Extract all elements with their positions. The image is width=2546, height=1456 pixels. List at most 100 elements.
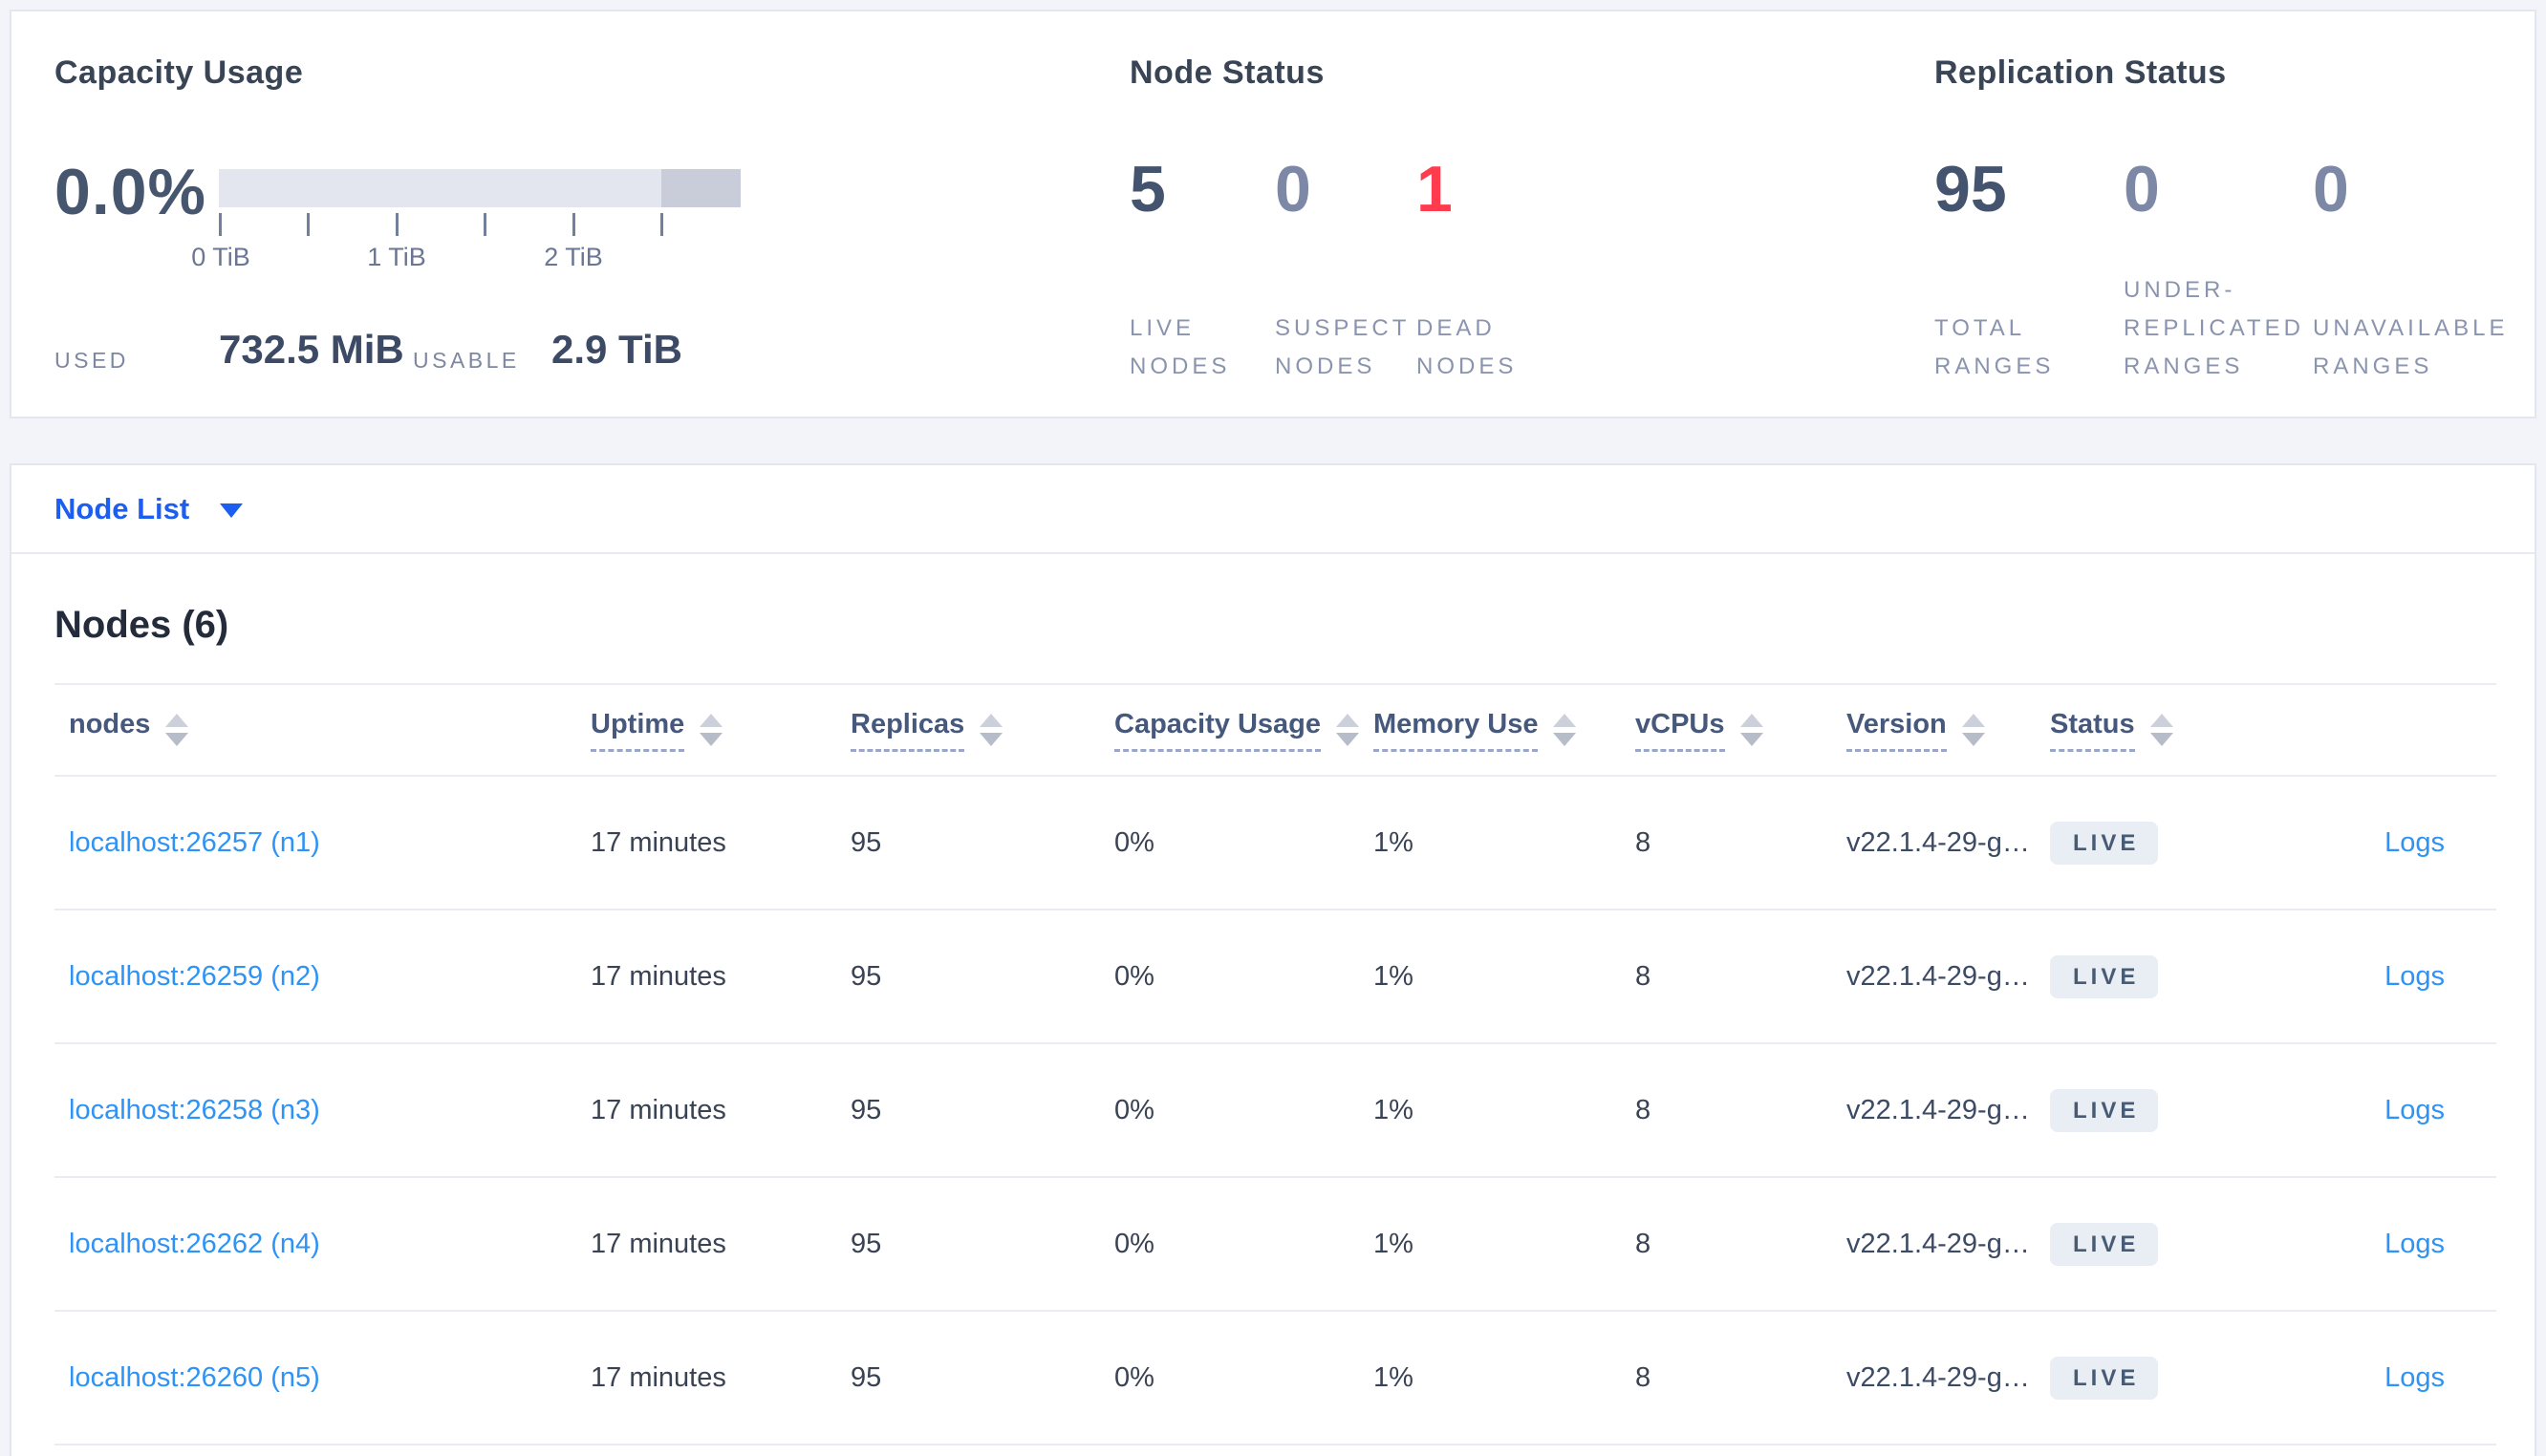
uptime-cell: 17 minutes <box>591 1361 726 1393</box>
usable-label: USABLE <box>413 348 520 373</box>
node-link[interactable]: localhost:26260 (n5) <box>69 1362 320 1393</box>
under-replicated-ranges-count: 0 <box>2124 153 2160 225</box>
status-badge: LIVE <box>2050 954 2159 998</box>
capacity-axis-tick <box>484 213 486 236</box>
capacity-axis-tick <box>660 213 663 236</box>
status-badge: LIVE <box>2050 1222 2159 1266</box>
replicas-cell: 95 <box>851 960 882 992</box>
table-header-row: nodes Uptime Replicas Capacity Usage Mem… <box>54 683 2496 777</box>
capacity-cell: 0% <box>1114 960 1154 992</box>
column-header-status[interactable]: Status <box>2050 709 2255 752</box>
sort-icon <box>1553 713 1577 746</box>
capacity-axis-tick <box>396 213 399 236</box>
replication-status-section: Replication Status 95 0 0 TOTAL RANGES U… <box>1934 11 2546 420</box>
vcpus-cell: 8 <box>1635 1228 1651 1259</box>
status-badge: LIVE <box>2050 1356 2159 1400</box>
nodes-table: nodes Uptime Replicas Capacity Usage Mem… <box>54 683 2496 1445</box>
sort-icon <box>165 713 189 746</box>
table-row: localhost:26259 (n2) 17 minutes 95 0% 1%… <box>54 910 2496 1044</box>
uptime-cell: 17 minutes <box>591 960 726 992</box>
nodes-table-title: Nodes (6) <box>54 604 229 646</box>
capacity-axis-label: 0 TiB <box>191 243 250 271</box>
status-badge: LIVE <box>2050 821 2159 865</box>
sort-icon <box>1961 713 1985 746</box>
logs-link[interactable]: Logs <box>2384 827 2445 858</box>
sort-icon <box>980 713 1003 746</box>
column-header-nodes[interactable]: nodes <box>54 709 591 752</box>
total-ranges-label: TOTAL RANGES <box>1934 315 2055 379</box>
logs-link[interactable]: Logs <box>2384 1362 2445 1393</box>
sort-icon <box>1739 713 1763 746</box>
capacity-axis-label: 1 TiB <box>367 243 426 271</box>
logs-link[interactable]: Logs <box>2384 1229 2445 1259</box>
memory-cell: 1% <box>1373 826 1413 858</box>
capacity-usage-title: Capacity Usage <box>54 54 304 91</box>
node-link[interactable]: localhost:26258 (n3) <box>69 1095 320 1125</box>
capacity-axis <box>219 213 754 238</box>
capacity-axis-label: 2 TiB <box>544 243 603 271</box>
node-link[interactable]: localhost:26262 (n4) <box>69 1229 320 1259</box>
live-nodes-count: 5 <box>1130 153 1166 225</box>
capacity-axis-tick <box>219 213 222 236</box>
version-cell: v22.1.4-29-g… <box>1846 1361 2030 1393</box>
version-cell: v22.1.4-29-g… <box>1846 826 2030 858</box>
replicas-cell: 95 <box>851 1094 882 1125</box>
column-header-vcpus[interactable]: vCPUs <box>1635 709 1846 752</box>
version-cell: v22.1.4-29-g… <box>1846 960 2030 992</box>
node-link[interactable]: localhost:26257 (n1) <box>69 827 320 858</box>
table-row: localhost:26260 (n5) 17 minutes 95 0% 1%… <box>54 1312 2496 1445</box>
memory-cell: 1% <box>1373 960 1413 992</box>
status-badge: LIVE <box>2050 1088 2159 1132</box>
cluster-summary-card: Capacity Usage 0.0% 0 TiB 1 TiB 2 TiB US… <box>10 10 2536 418</box>
dead-nodes-count: 1 <box>1416 153 1453 225</box>
capacity-axis-tick <box>572 213 575 236</box>
vcpus-cell: 8 <box>1635 1094 1651 1125</box>
version-cell: v22.1.4-29-g… <box>1846 1094 2030 1125</box>
capacity-axis-labels: 0 TiB 1 TiB 2 TiB <box>191 243 754 275</box>
vcpus-cell: 8 <box>1635 826 1651 858</box>
uptime-cell: 17 minutes <box>591 1228 726 1259</box>
used-label: USED <box>54 348 129 373</box>
capacity-usage-bar <box>219 169 741 207</box>
memory-cell: 1% <box>1373 1228 1413 1259</box>
capacity-percent-value: 0.0% <box>54 156 206 228</box>
suspect-nodes-count: 0 <box>1275 153 1311 225</box>
node-status-section: Node Status 5 0 1 LIVE NODES SUSPECT NOD… <box>1130 11 1665 420</box>
sort-icon <box>700 713 723 746</box>
logs-link[interactable]: Logs <box>2384 1095 2445 1125</box>
memory-cell: 1% <box>1373 1094 1413 1125</box>
node-list-bar: Node List <box>11 465 2535 554</box>
vcpus-cell: 8 <box>1635 1361 1651 1393</box>
capacity-cell: 0% <box>1114 1094 1154 1125</box>
used-value: 732.5 MiB <box>219 327 404 372</box>
node-list-card: Node List Nodes (6) nodes Uptime Replica… <box>10 463 2536 1456</box>
column-header-memory-use[interactable]: Memory Use <box>1373 709 1635 752</box>
node-link[interactable]: localhost:26259 (n2) <box>69 961 320 992</box>
uptime-cell: 17 minutes <box>591 826 726 858</box>
sort-icon <box>2149 713 2173 746</box>
dead-nodes-label: DEAD NODES <box>1416 315 1518 379</box>
memory-cell: 1% <box>1373 1361 1413 1393</box>
logs-link[interactable]: Logs <box>2384 961 2445 992</box>
capacity-cell: 0% <box>1114 1361 1154 1393</box>
vcpus-cell: 8 <box>1635 960 1651 992</box>
replicas-cell: 95 <box>851 1228 882 1259</box>
capacity-cell: 0% <box>1114 826 1154 858</box>
unavailable-ranges-count: 0 <box>2313 153 2349 225</box>
replication-status-title: Replication Status <box>1934 54 2227 91</box>
under-replicated-ranges-label: UNDER-REPLICATED RANGES <box>2124 277 2304 379</box>
column-header-version[interactable]: Version <box>1846 709 2050 752</box>
total-ranges-count: 95 <box>1934 153 2007 225</box>
capacity-cell: 0% <box>1114 1228 1154 1259</box>
table-row: localhost:26258 (n3) 17 minutes 95 0% 1%… <box>54 1044 2496 1178</box>
uptime-cell: 17 minutes <box>591 1094 726 1125</box>
unavailable-ranges-label: UNAVAILABLE RANGES <box>2313 315 2509 379</box>
column-header-uptime[interactable]: Uptime <box>591 709 851 752</box>
sort-icon <box>1336 713 1359 746</box>
column-header-replicas[interactable]: Replicas <box>851 709 1114 752</box>
node-list-dropdown[interactable]: Node List <box>54 492 244 526</box>
usable-value: 2.9 TiB <box>551 327 682 372</box>
column-header-capacity-usage[interactable]: Capacity Usage <box>1114 709 1373 752</box>
table-row: localhost:26257 (n1) 17 minutes 95 0% 1%… <box>54 777 2496 910</box>
replicas-cell: 95 <box>851 826 882 858</box>
